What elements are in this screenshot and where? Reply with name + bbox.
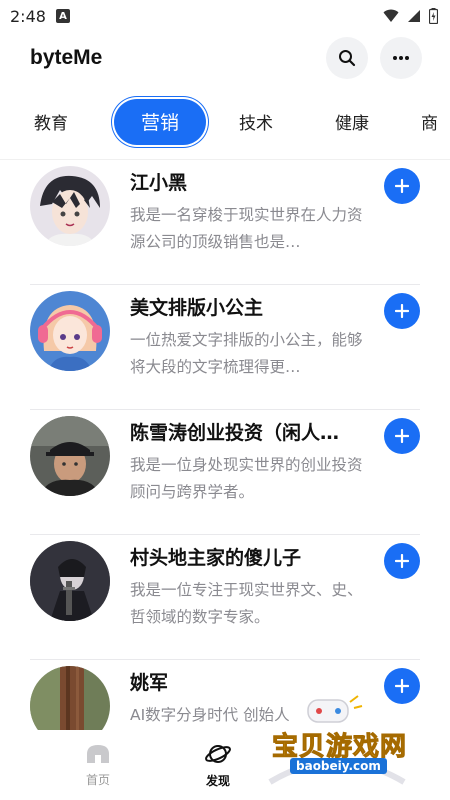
tab-health[interactable]: 健康	[306, 99, 398, 145]
item-name: 姚军	[130, 672, 169, 694]
avatar	[30, 416, 110, 496]
app-header: byteMe	[0, 32, 450, 84]
planet-icon	[205, 744, 231, 763]
item-description: 我是一位专注于现实世界文、史、哲领域的数字专家。	[130, 581, 363, 626]
tab-marketing[interactable]: 营销	[114, 98, 206, 145]
item-name: 美文排版小公主	[130, 297, 264, 319]
watermark: 宝贝游戏网 baobeiy.com	[262, 692, 412, 792]
nav-home[interactable]: 首页	[38, 730, 158, 800]
nav-discover[interactable]: 发现	[158, 730, 278, 800]
watermark-url: baobeiy.com	[290, 758, 387, 774]
tab-education[interactable]: 教育	[34, 99, 114, 145]
avatar	[30, 291, 110, 371]
nav-home-label: 首页	[85, 772, 110, 787]
more-icon	[393, 56, 409, 60]
add-button[interactable]	[384, 168, 420, 204]
item-name: 陈雪涛创业投资（闲人…	[130, 422, 340, 444]
status-right	[383, 8, 438, 24]
app-title: byteMe	[30, 46, 103, 69]
nav-discover-label: 发现	[205, 773, 230, 788]
tab-business[interactable]: 商	[398, 99, 438, 145]
item-description: 一位热爱文字排版的小公主，能够将大段的文字梳理得更…	[130, 331, 363, 376]
item-name: 江小黑	[130, 172, 188, 194]
avatar	[30, 166, 110, 246]
tab-tech[interactable]: 技术	[206, 99, 306, 145]
search-icon	[339, 50, 356, 67]
list-item[interactable]: 村头地主家的傻儿子 我是一位专注于现实世界文、史、哲领域的数字专家。	[30, 535, 420, 660]
item-description: 我是一位身处现实世界的创业投资顾问与跨界学者。	[130, 456, 363, 501]
home-icon	[87, 744, 109, 763]
add-button[interactable]	[384, 543, 420, 579]
plus-icon	[395, 429, 409, 443]
plus-icon	[395, 679, 409, 693]
status-left: 2:48 A	[10, 7, 70, 26]
plus-icon	[395, 179, 409, 193]
signal-icon	[408, 10, 420, 22]
category-tabs: 教育 营销 技术 健康 商	[0, 84, 450, 160]
plus-icon	[395, 304, 409, 318]
plus-icon	[395, 554, 409, 568]
agent-list: 江小黑 我是一名穿梭于现实世界在人力资源公司的顶级销售也是… 美文排版小公主 一…	[0, 160, 450, 730]
avatar	[30, 666, 110, 730]
add-button[interactable]	[384, 293, 420, 329]
avatar	[30, 541, 110, 621]
more-button[interactable]	[380, 37, 422, 79]
search-button[interactable]	[326, 37, 368, 79]
add-button[interactable]	[384, 418, 420, 454]
list-item[interactable]: 陈雪涛创业投资（闲人… 我是一位身处现实世界的创业投资顾问与跨界学者。	[30, 410, 420, 535]
item-name: 村头地主家的傻儿子	[130, 547, 302, 569]
notification-icon: A	[55, 9, 70, 23]
status-bar: 2:48 A	[0, 0, 450, 32]
list-item[interactable]: 美文排版小公主 一位热爱文字排版的小公主，能够将大段的文字梳理得更…	[30, 285, 420, 410]
list-item[interactable]: 江小黑 我是一名穿梭于现实世界在人力资源公司的顶级销售也是…	[30, 160, 420, 285]
header-actions	[326, 37, 422, 79]
battery-icon	[429, 8, 438, 24]
wifi-icon	[383, 9, 399, 22]
item-description: 我是一名穿梭于现实世界在人力资源公司的顶级销售也是…	[130, 206, 363, 251]
status-time: 2:48	[10, 6, 46, 26]
